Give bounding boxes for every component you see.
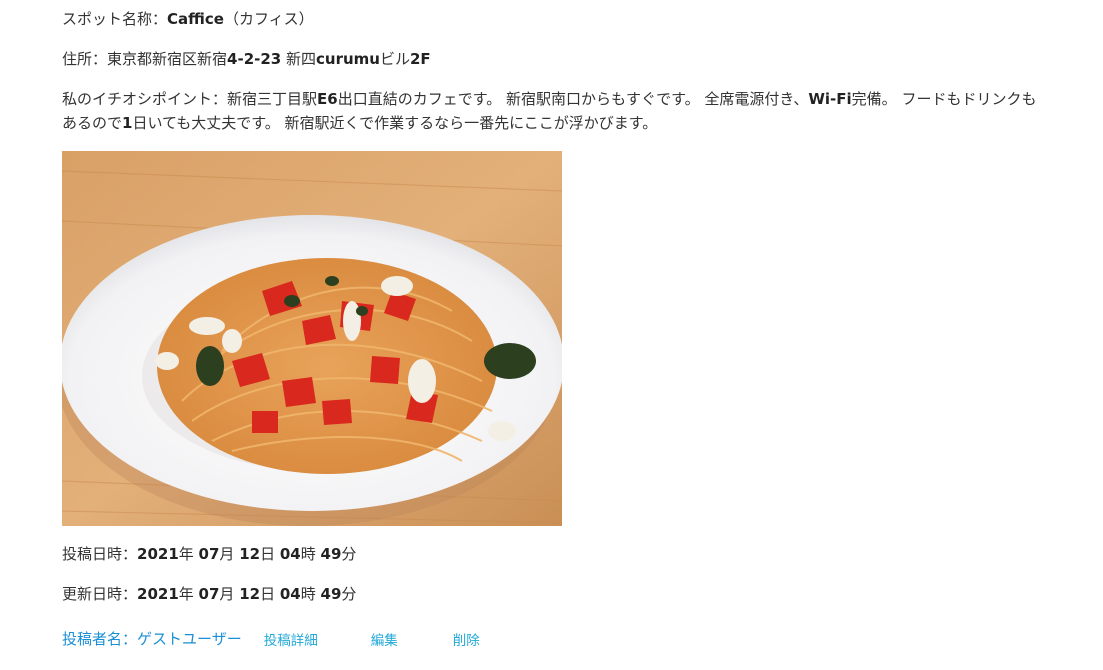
posted-at-value-part: 分 (341, 545, 357, 563)
posted-at-value-part: 12 (239, 545, 261, 563)
updated-at-value-part: 月 (219, 585, 240, 603)
updated-at-value-part: 49 (320, 585, 342, 603)
address-value-part: ビル (379, 50, 410, 68)
spot-name-line: スポット名称：Caffice（カフィス） (62, 7, 314, 31)
posted-at-value-part: 年 (178, 545, 199, 563)
updated-at-value-part: 日 (260, 585, 280, 603)
updated-at-value-part: 04 (279, 585, 301, 603)
recommend-value-part: E6 (317, 90, 338, 108)
recommend-label: 私のイチオシポイント： (62, 90, 228, 108)
posted-at-label: 投稿日時： (62, 545, 138, 563)
address-line: 住所：東京都新宿区新宿4-2-23 新四curumuビル2F (62, 47, 431, 71)
pasta-photo-image (62, 151, 562, 526)
author-name[interactable]: 投稿者名：ゲストユーザー (62, 628, 242, 649)
recommend-line: 私のイチオシポイント：新宿三丁目駅E6出口直結のカフェです。 新宿駅南口からもす… (62, 87, 1042, 135)
delete-link[interactable]: 削除 (453, 629, 480, 649)
updated-at-value-part: 2021 (137, 585, 179, 603)
recommend-value-part: 日いても大丈夫です。 新宿駅近くで作業するなら一番先にここが浮かびます。 (132, 114, 658, 132)
posted-at-value-part: 49 (320, 545, 342, 563)
post-detail-link[interactable]: 投稿詳細 (264, 629, 318, 649)
posted-at-value-part: 月 (219, 545, 240, 563)
recommend-value-part: 出口直結のカフェです。 新宿駅南口からもすぐです。 全席電源付き、 (337, 90, 809, 108)
recommend-value-part: 新宿三丁目駅 (227, 90, 318, 108)
posted-at-line: 投稿日時：2021年 07月 12日 04時 49分 (62, 542, 356, 566)
posted-at-value-part: 04 (279, 545, 301, 563)
edit-link[interactable]: 編集 (371, 629, 398, 649)
updated-at-value-part: 12 (239, 585, 261, 603)
updated-at-line: 更新日時：2021年 07月 12日 04時 49分 (62, 582, 356, 606)
posted-at-value-part: 時 (300, 545, 321, 563)
posted-at-value: 2021年 07月 12日 04時 49分 (137, 545, 356, 563)
address-value-part: 4-2-23 (227, 50, 282, 68)
recommend-value-part: Wi-Fi (808, 90, 852, 108)
updated-at-value-part: 07 (198, 585, 220, 603)
updated-at-value-part: 分 (341, 585, 357, 603)
posted-at-value-part: 2021 (137, 545, 179, 563)
spot-name-label: スポット名称： (62, 10, 168, 28)
updated-at-value: 2021年 07月 12日 04時 49分 (137, 585, 356, 603)
spot-photo (62, 151, 562, 526)
address-value-part: 東京都新宿区新宿 (107, 50, 228, 68)
address-value-part: 2F (410, 50, 431, 68)
address-value-part: curumu (316, 50, 380, 68)
spot-name-rest: （カフィス） (223, 10, 314, 28)
address-value: 東京都新宿区新宿4-2-23 新四curumuビル2F (107, 50, 431, 68)
posted-at-value-part: 日 (260, 545, 280, 563)
post-actions: 投稿者名：ゲストユーザー 投稿詳細 編集 削除 (62, 628, 480, 649)
spot-name-bold: Caffice (167, 10, 224, 28)
updated-at-label: 更新日時： (62, 585, 138, 603)
updated-at-value-part: 時 (300, 585, 321, 603)
address-value-part: 新四 (281, 50, 317, 68)
recommend-value-part: 1 (122, 114, 133, 132)
posted-at-value-part: 07 (198, 545, 220, 563)
updated-at-value-part: 年 (178, 585, 199, 603)
address-label: 住所： (62, 50, 108, 68)
